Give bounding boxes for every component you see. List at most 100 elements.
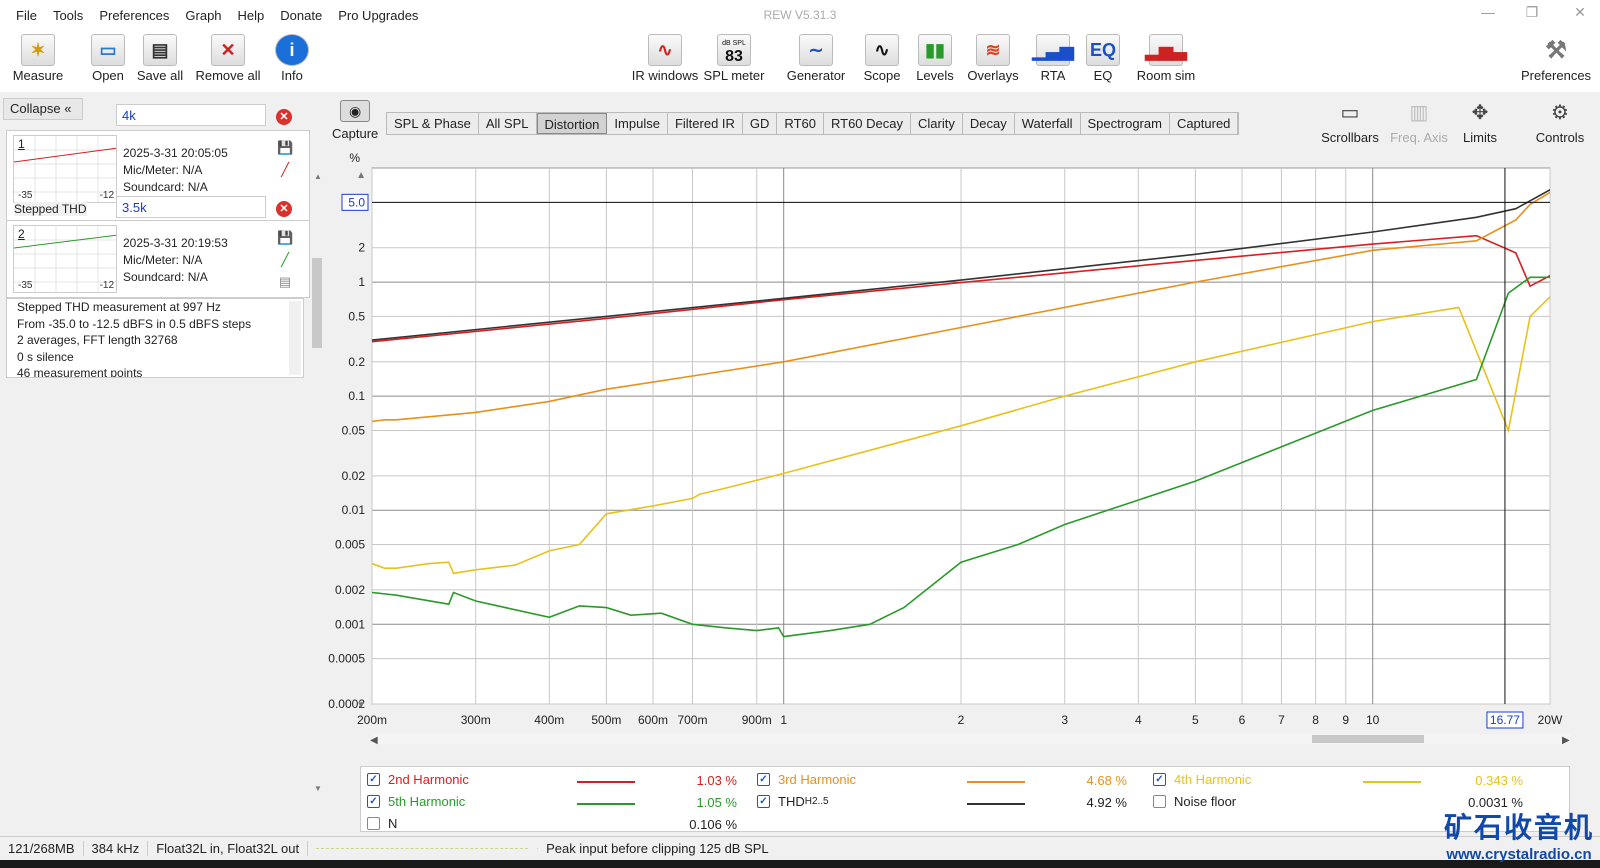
menu-donate[interactable]: Donate (272, 8, 330, 23)
y-tick-label: 0.02 (342, 469, 366, 483)
x-tick-label: 1 (780, 713, 787, 727)
legend-checkbox[interactable]: ✓ (367, 795, 380, 808)
measure-button[interactable]: ✶ Measure (6, 34, 70, 83)
collapse-button[interactable]: Collapse « (3, 98, 83, 120)
legend-name: Noise floor (1174, 794, 1237, 809)
tab-rt60-decay[interactable]: RT60 Decay (823, 113, 911, 134)
measurement-1-color-icon[interactable]: ╱ (277, 162, 293, 178)
minimize-icon[interactable]: — (1476, 4, 1500, 20)
levels-button[interactable]: ▮▮ Levels (912, 34, 958, 83)
menu-tools[interactable]: Tools (45, 8, 91, 23)
legend-5th-harmonic[interactable]: ✓ 5th Harmonic (367, 794, 465, 809)
input-level-meter (308, 848, 539, 849)
limits-button[interactable]: ✥ Limits (1448, 100, 1512, 145)
room-sim-icon: ▂▅▃ (1145, 34, 1187, 66)
info-button[interactable]: i Info (260, 34, 324, 83)
panel-scroll-thumb[interactable] (312, 258, 322, 348)
capture-button[interactable]: ◉ Capture (332, 100, 378, 141)
save-all-button[interactable]: ▤ Save all (128, 34, 192, 83)
legend-noise-floor[interactable]: Noise floor (1153, 794, 1236, 809)
measurement-2-color-icon[interactable]: ╱ (277, 252, 293, 268)
tab-rt60[interactable]: RT60 (777, 113, 824, 134)
tab-filtered-ir[interactable]: Filtered IR (667, 113, 743, 134)
tab-impulse[interactable]: Impulse (607, 113, 668, 134)
x-tick-label: 4 (1135, 713, 1142, 727)
scope-button[interactable]: ∿ Scope (856, 34, 908, 83)
y-tick-label: 0.0005 (328, 652, 365, 666)
overlays-icon: ≋ (976, 34, 1010, 66)
legend-4th-harmonic[interactable]: ✓ 4th Harmonic (1153, 772, 1251, 787)
menu-preferences[interactable]: Preferences (91, 8, 177, 23)
delete-measurement-2-icon[interactable]: ✕ (276, 201, 292, 217)
hscroll-right-icon[interactable]: ▶ (1562, 735, 1570, 746)
maximize-icon[interactable]: ❐ (1520, 4, 1544, 21)
y-scroll-up-icon[interactable]: ▲ (356, 170, 366, 181)
measurement-1-name-input[interactable] (116, 104, 266, 126)
tab-waterfall[interactable]: Waterfall (1014, 113, 1081, 134)
generator-button[interactable]: ∼ Generator (780, 34, 852, 83)
spl-meter-button[interactable]: dB SPL 83 SPL meter (702, 34, 766, 83)
tab-gd[interactable]: GD (742, 113, 778, 134)
overlays-button[interactable]: ≋ Overlays (964, 34, 1022, 83)
menu-pro-upgrades[interactable]: Pro Upgrades (330, 8, 426, 23)
legend-checkbox[interactable] (367, 817, 380, 830)
legend-name: 3rd Harmonic (778, 772, 857, 787)
save-measurement-1-icon[interactable]: 💾 (277, 140, 293, 156)
measurement-2-name-input[interactable] (116, 196, 266, 218)
y-tick-label: 0.05 (342, 423, 366, 437)
legend-name: 4th Harmonic (1174, 772, 1252, 787)
scroll-up-icon[interactable]: ▲ (314, 172, 322, 181)
limits-label: Limits (1463, 130, 1497, 145)
controls-button[interactable]: ⚙ Controls (1528, 100, 1592, 145)
legend-checkbox[interactable]: ✓ (757, 773, 770, 786)
tab-spectrogram[interactable]: Spectrogram (1080, 113, 1170, 134)
measurement-2-card[interactable]: 2 -35 -12 2025-3-31 20:19:53 Mic/Meter: … (6, 220, 310, 298)
measurement-1-soundcard: Soundcard: N/A (123, 180, 208, 194)
legend-n[interactable]: N (367, 816, 397, 831)
panel-scrollbar[interactable]: ▲ ▼ (312, 172, 322, 793)
menu-graph[interactable]: Graph (177, 8, 229, 23)
close-icon[interactable]: ✕ (1568, 4, 1592, 21)
y-scroll-down-icon[interactable]: ▼ (356, 700, 366, 711)
tab-spl-phase[interactable]: SPL & Phase (387, 113, 479, 134)
legend-checkbox[interactable]: ✓ (757, 795, 770, 808)
preferences-button[interactable]: ⚒ Preferences (1516, 34, 1596, 84)
legend-3rd-harmonic[interactable]: ✓ 3rd Harmonic (757, 772, 856, 787)
delete-measurement-1-icon[interactable]: ✕ (276, 109, 292, 125)
tab-all-spl[interactable]: All SPL (478, 113, 537, 134)
eq-button[interactable]: EQ EQ (1082, 34, 1124, 83)
tab-decay[interactable]: Decay (962, 113, 1015, 134)
ir-windows-button[interactable]: ∿ IR windows (628, 34, 702, 83)
measurement-notes[interactable]: Stepped THD measurement at 997 Hz From -3… (6, 298, 304, 378)
tab-captured[interactable]: Captured (1169, 113, 1239, 134)
notes-icon[interactable]: ▤ (277, 274, 293, 290)
spl-meter-label: SPL meter (703, 68, 765, 83)
freq-axis-button[interactable]: ▥ Freq. Axis (1384, 100, 1454, 145)
menu-file[interactable]: File (8, 8, 45, 23)
graph-hscroll-thumb[interactable] (1312, 735, 1424, 743)
scroll-down-icon[interactable]: ▼ (314, 784, 322, 793)
menu-help[interactable]: Help (230, 8, 273, 23)
distortion-plot-svg[interactable]: % 5.0 2 1 0.5 0.2 0.1 0.05 0.02 0.01 0.005 0.002 0.0… (322, 148, 1600, 748)
rta-button[interactable]: ▁▃▅ RTA (1030, 34, 1076, 83)
legend-name: 5th Harmonic (388, 794, 466, 809)
hscroll-left-icon[interactable]: ◀ (370, 735, 378, 746)
tab-clarity[interactable]: Clarity (911, 113, 963, 134)
x-tick-label: 7 (1278, 713, 1285, 727)
tab-distortion[interactable]: Distortion (536, 113, 608, 134)
gear-icon: ⚙ (1551, 102, 1569, 124)
y-tick-label: 0.5 (348, 309, 365, 323)
legend-checkbox[interactable]: ✓ (1153, 773, 1166, 786)
ir-windows-label: IR windows (631, 68, 699, 83)
scrollbars-button[interactable]: ▭ Scrollbars (1318, 100, 1382, 145)
remove-all-button[interactable]: ✕ Remove all (188, 34, 268, 83)
distortion-graph[interactable]: % 5.0 2 1 0.5 0.2 0.1 0.05 0.02 0.01 0.005 0.002 0.0… (322, 148, 1600, 748)
notes-scrollbar[interactable] (289, 301, 301, 375)
legend-checkbox[interactable]: ✓ (367, 773, 380, 786)
room-sim-button[interactable]: ▂▅▃ Room sim (1128, 34, 1204, 83)
legend-2nd-harmonic[interactable]: ✓ 2nd Harmonic (367, 772, 469, 787)
legend-thdh2-5[interactable]: ✓ THD H2..5 (757, 794, 829, 809)
note-line: Stepped THD measurement at 997 Hz (17, 300, 221, 314)
save-measurement-2-icon[interactable]: 💾 (277, 230, 293, 246)
legend-checkbox[interactable] (1153, 795, 1166, 808)
